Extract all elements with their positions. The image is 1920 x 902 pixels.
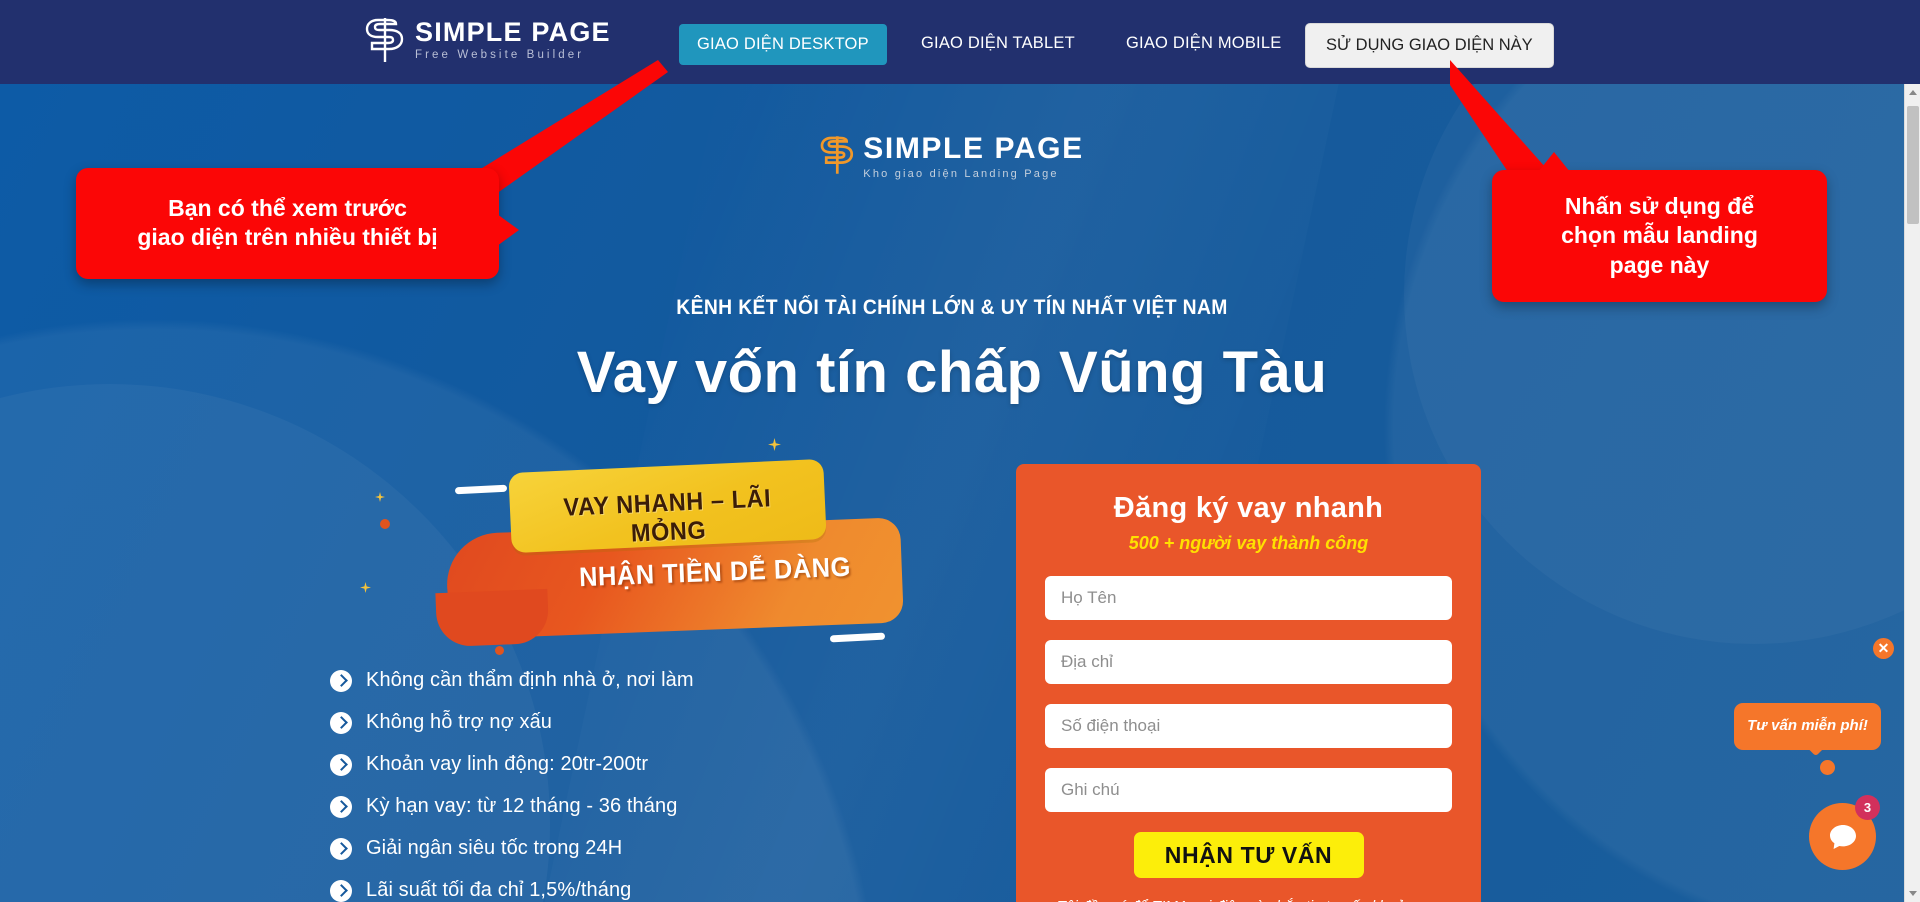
- list-item: Lãi suất tối đa chỉ 1,5%/tháng: [330, 879, 850, 902]
- editor-toolbar: SIMPLE PAGE Free Website Builder GIAO DI…: [0, 0, 1920, 84]
- list-item: Khoản vay linh động: 20tr-200tr: [330, 753, 850, 776]
- promo-dash-1: [454, 484, 508, 495]
- chevron-right-icon: [330, 753, 352, 776]
- list-item: Không hỗ trợ nợ xấu: [330, 711, 850, 734]
- chat-bubble-tail-dot: [1820, 760, 1835, 775]
- annotation-line: giao diện trên nhiều thiết bị: [137, 224, 438, 251]
- chat-unread-badge: 3: [1855, 795, 1880, 820]
- list-item-label: Không cần thẩm định nhà ở, nơi làm: [366, 669, 694, 691]
- annotation-line: Bạn có thể xem trước: [168, 195, 407, 221]
- list-item: Không cần thẩm định nhà ở, nơi làm: [330, 669, 850, 692]
- list-item-label: Lãi suất tối đa chỉ 1,5%/tháng: [366, 879, 632, 901]
- preview-logo: SIMPLE PAGE Kho giao diện Landing Page: [820, 134, 1083, 180]
- tab-giao-dien-tablet[interactable]: GIAO DIỆN TABLET: [905, 24, 1091, 63]
- list-item-label: Giải ngân siêu tốc trong 24H: [366, 837, 623, 859]
- tab-giao-dien-desktop[interactable]: GIAO DIỆN DESKTOP: [679, 24, 887, 65]
- list-item-label: Không hỗ trợ nợ xấu: [366, 711, 553, 733]
- vertical-scrollbar[interactable]: [1904, 84, 1920, 902]
- form-fields: [1045, 576, 1452, 812]
- preview-headline: Vay vốn tín chấp Vũng Tàu: [576, 340, 1328, 405]
- scroll-up-arrow-icon[interactable]: [1909, 90, 1917, 95]
- simple-page-s-logo-icon: [820, 135, 854, 179]
- list-item: Giải ngân siêu tốc trong 24H: [330, 837, 850, 860]
- tab-giao-dien-mobile[interactable]: GIAO DIỆN MOBILE: [1110, 24, 1297, 63]
- loan-registration-form: Đăng ký vay nhanh 500 + người vay thành …: [1016, 464, 1481, 902]
- annotation-line: Nhấn sử dụng để: [1564, 193, 1755, 219]
- feature-list: Không cần thẩm định nhà ở, nơi làm Không…: [330, 669, 850, 902]
- annotation-line: chọn mẫu landing: [1561, 222, 1758, 249]
- promo-dot-2: [495, 646, 504, 655]
- list-item-label: Khoản vay linh động: 20tr-200tr: [366, 753, 649, 775]
- list-item-label: Kỳ hạn vay: từ 12 tháng - 36 tháng: [366, 795, 678, 817]
- chevron-right-icon: [330, 711, 352, 734]
- scroll-down-arrow-icon[interactable]: [1909, 891, 1917, 896]
- chevron-right-icon: [330, 837, 352, 860]
- promo-dot-1: [380, 519, 390, 529]
- preview-logo-name: SIMPLE PAGE: [863, 132, 1084, 165]
- close-icon[interactable]: ✕: [1873, 638, 1894, 659]
- form-title: Đăng ký vay nhanh: [1113, 492, 1384, 524]
- chevron-right-icon: [330, 669, 352, 692]
- chevron-right-icon: [330, 795, 352, 818]
- annotation-line: page này: [1609, 251, 1710, 278]
- phone-input[interactable]: [1045, 704, 1452, 748]
- preview-logo-subtitle: Kho giao diện Landing Page: [863, 168, 1059, 180]
- submit-consult-button[interactable]: NHẬN TƯ VẤN: [1133, 832, 1364, 878]
- simple-page-s-logo-icon: [365, 18, 405, 62]
- form-subtitle: 500 + người vay thành công: [1128, 533, 1369, 553]
- note-input[interactable]: [1045, 768, 1452, 812]
- scrollbar-thumb[interactable]: [1907, 106, 1919, 224]
- promo-sticker: VAY NHANH – LÃI MỎNG NHẬN TIỀN DỄ DÀNG: [360, 438, 960, 655]
- address-input[interactable]: [1045, 640, 1452, 684]
- consent-text: Tôi đồng ý để TIMA gọi điện và nhắn tin …: [1016, 898, 1481, 902]
- full-name-input[interactable]: [1045, 576, 1452, 620]
- chevron-right-icon: [330, 879, 352, 902]
- chat-teaser-bubble[interactable]: Tư vấn miễn phí!: [1734, 703, 1881, 750]
- annotation-callout-use-theme: Nhấn sử dụng để chọn mẫu landing page nà…: [1492, 151, 1827, 303]
- list-item: Kỳ hạn vay: từ 12 tháng - 36 tháng: [330, 795, 850, 818]
- brand-name: SIMPLE PAGE: [415, 16, 611, 47]
- app-brand-logo: SIMPLE PAGE Free Website Builder: [365, 18, 611, 62]
- promo-dash-2: [829, 632, 886, 643]
- annotation-callout-preview-devices: Bạn có thể xem trước giao diện trên nhiề…: [76, 168, 519, 279]
